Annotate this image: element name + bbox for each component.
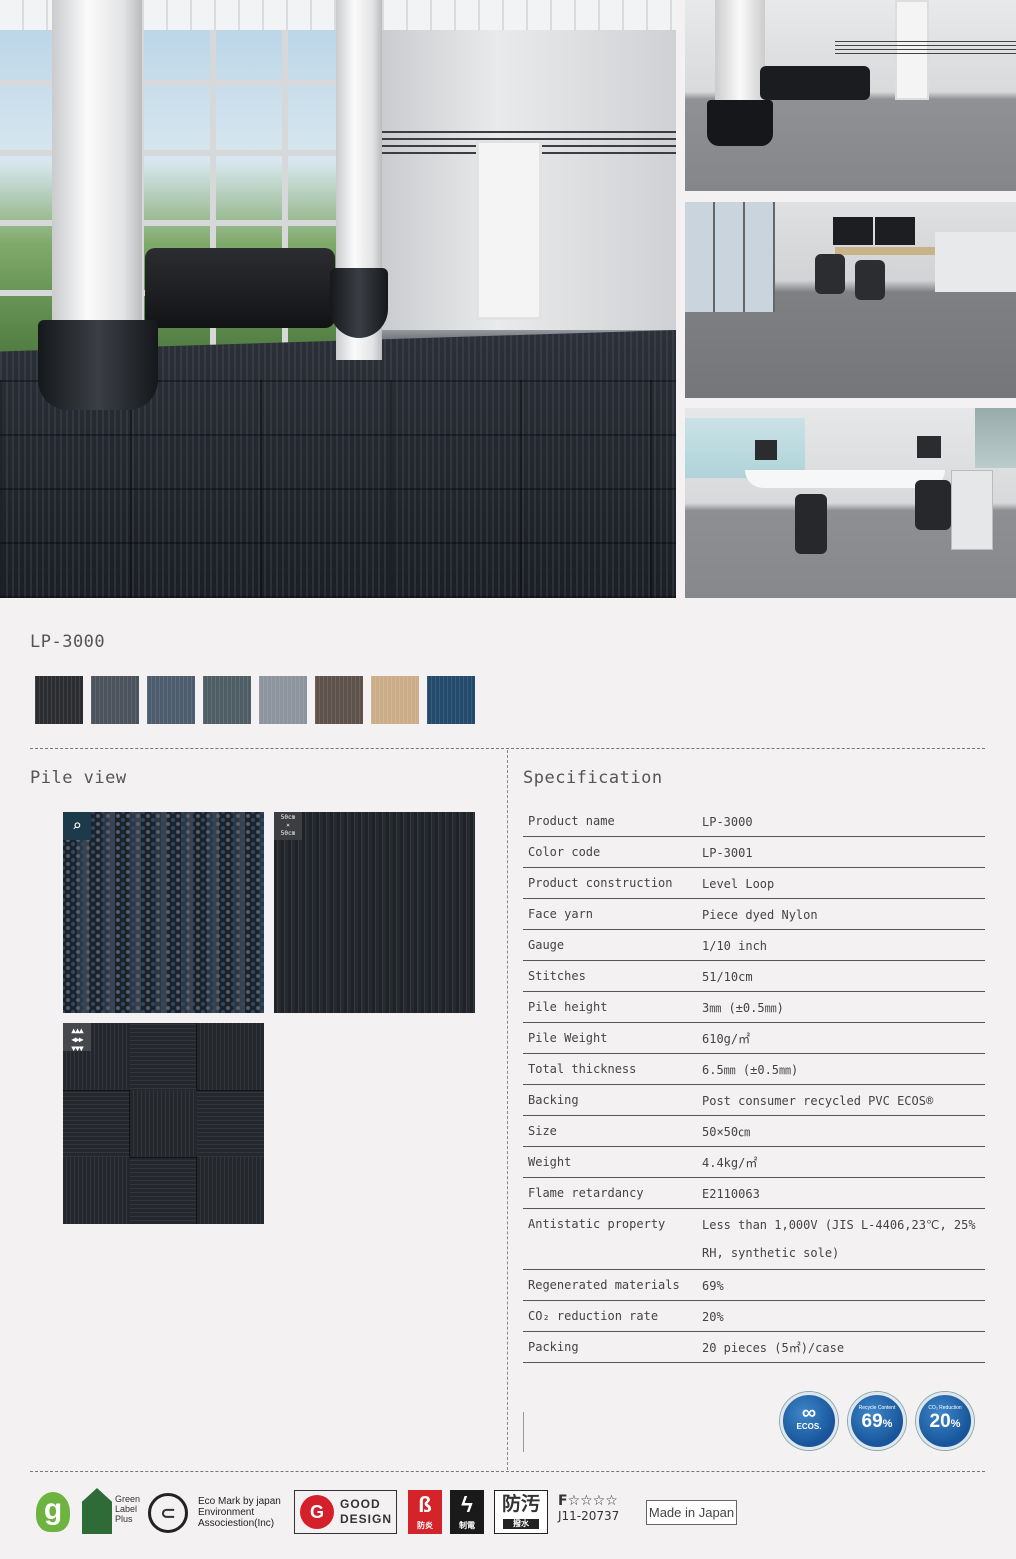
made-in-japan-label: Made in Japan — [646, 1500, 737, 1525]
spec-label: Backing — [528, 1093, 579, 1107]
side-photo-workstation — [685, 408, 1016, 598]
color-swatches — [35, 676, 475, 724]
good-design-icon: G — [300, 1495, 334, 1529]
eco-mark-text: Eco Mark by japan Environment Associesti… — [198, 1496, 281, 1529]
spec-label: Product construction — [528, 876, 673, 890]
spec-label: Size — [528, 1124, 557, 1138]
divider — [30, 1471, 985, 1472]
co2-reduction-badge: CO₂ Reduction 20% — [916, 1392, 974, 1450]
pile-view-title: Pile view — [30, 768, 127, 788]
spec-label: Gauge — [528, 938, 565, 952]
spec-label: Stitches — [528, 969, 586, 983]
stain-resistant-logo: 防汚 撥水 — [494, 1490, 548, 1534]
spec-label: Flame retardancy — [528, 1186, 644, 1200]
spec-label: Antistatic property — [528, 1217, 666, 1231]
color-swatch[interactable] — [427, 676, 475, 724]
product-title: LP-3000 — [30, 632, 106, 652]
ecos-badge: ∞ ECOS. — [780, 1392, 838, 1450]
spec-label: Product name — [528, 814, 615, 828]
spec-label: Color code — [528, 845, 601, 859]
spec-label: Pile Weight — [528, 1031, 608, 1045]
spec-label: Face yarn — [528, 907, 594, 921]
spec-label: Weight — [528, 1155, 572, 1169]
arrows-icon: ▲▲▲ ◀▶▶ ▼▼▼ — [63, 1023, 91, 1053]
green-label-icon — [82, 1488, 112, 1534]
lightning-icon: ϟ — [461, 1492, 473, 1517]
spec-label: Packing — [528, 1340, 579, 1354]
color-swatch[interactable] — [147, 676, 195, 724]
infinity-icon: ∞ — [801, 1402, 817, 1424]
spec-label: Total thickness — [528, 1062, 637, 1076]
green-label-text: Green Label Plus — [115, 1494, 141, 1524]
fire-retardant-icon: ß — [418, 1492, 432, 1517]
divider — [523, 1412, 524, 1452]
color-swatch[interactable] — [91, 676, 139, 724]
spec-row: Antistatic property Less than 1,000V (JIS… — [523, 1209, 985, 1270]
spec-table: Product name LP-3000 Color code LP-3001 Prod… — [523, 806, 985, 1363]
spec-label: Regenerated materials — [528, 1278, 680, 1292]
eco-mark-icon: ⊂ — [148, 1493, 188, 1533]
spec-row: Packing 20 pieces (5㎡)/case — [523, 1332, 985, 1363]
color-swatch[interactable] — [315, 676, 363, 724]
good-design-logo: G GOOD DESIGN — [294, 1490, 397, 1534]
magnifier-icon[interactable]: ⌕ — [63, 812, 91, 840]
pile-tile-image[interactable]: 50cm × 50cm — [274, 812, 475, 1013]
color-swatch[interactable] — [371, 676, 419, 724]
pile-closeup-image[interactable]: ⌕ — [63, 812, 264, 1013]
f-star-rating: F☆☆☆☆ J11-20737 — [558, 1493, 620, 1524]
pile-layout-image[interactable]: ▲▲▲ ◀▶▶ ▼▼▼ — [63, 1023, 264, 1224]
spec-value: Less than 1,000V (JIS L-4406,23℃, 25% RH… — [702, 1218, 976, 1260]
color-swatch[interactable] — [203, 676, 251, 724]
color-swatch[interactable] — [259, 676, 307, 724]
recycle-content-badge: Recycle Content 69% — [848, 1392, 906, 1450]
antistatic-logo: ϟ 制電 — [450, 1490, 484, 1534]
side-photo-office — [685, 202, 1016, 398]
g-mark-logo: g — [36, 1492, 70, 1532]
side-photo-lobby — [685, 0, 1016, 191]
certification-logos: g Green Label Plus ⊂ Eco Mark by japan E… — [30, 1480, 990, 1550]
fire-retardant-logo: ß 防炎 — [408, 1490, 442, 1534]
size-badge-icon: 50cm × 50cm — [274, 812, 302, 840]
column-divider — [507, 750, 508, 1470]
spec-label: CO₂ reduction rate — [528, 1309, 659, 1323]
hero-photo-lobby — [0, 0, 676, 598]
spec-label: Pile height — [528, 1000, 608, 1014]
specification-title: Specification — [523, 768, 663, 788]
color-swatch[interactable] — [35, 676, 83, 724]
divider — [30, 748, 985, 749]
spec-value: 20 pieces (5㎡)/case — [702, 1341, 845, 1355]
